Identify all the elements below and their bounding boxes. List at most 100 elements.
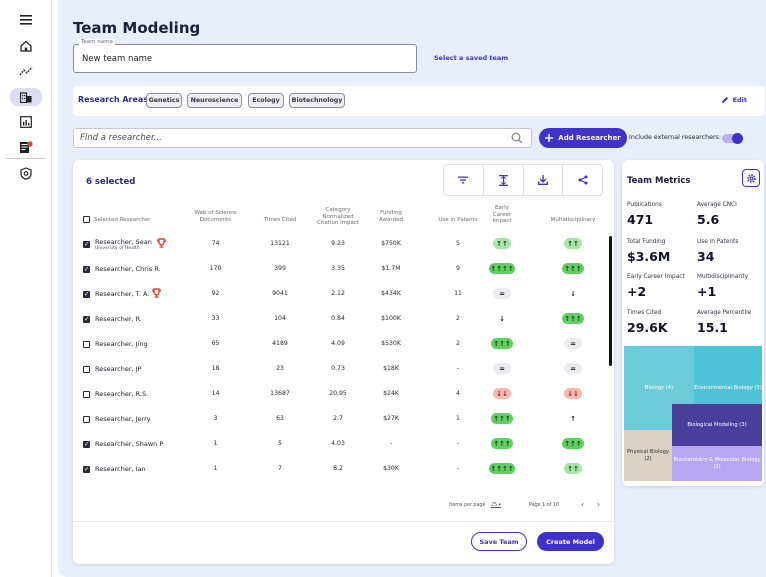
cell-cited: 13687 — [270, 390, 290, 397]
cell-wos: 14 — [211, 390, 220, 397]
researcher-name[interactable]: Researcher, Jing — [95, 340, 148, 348]
header-wos[interactable]: Web of Science Documents — [188, 210, 243, 223]
header-funding[interactable]: Funding Awarded — [371, 210, 411, 223]
page-indicator: Page 1 of 10 — [529, 503, 559, 508]
table-toolbar — [443, 164, 603, 196]
cell-funding: $30K — [383, 465, 399, 472]
metric-label-publications: Publications — [627, 202, 662, 208]
header-patents[interactable]: Use in Patents — [433, 217, 483, 224]
header-early[interactable]: Early Career Impact — [489, 205, 515, 225]
researcher-search-input[interactable]: Find a researcher... — [73, 128, 532, 148]
building-icon[interactable] — [10, 88, 42, 106]
row-checkbox[interactable] — [83, 290, 90, 298]
treemap-cell-modeling[interactable]: Biological Modeling (3) — [672, 404, 762, 446]
researcher-name[interactable]: Researcher, Ian — [95, 465, 146, 473]
researcher-name[interactable]: Researcher, R. — [95, 315, 142, 323]
early-career-indicator: ↑↑ — [493, 238, 511, 249]
add-researcher-button[interactable]: Add Researcher — [539, 128, 627, 148]
filter-icon — [458, 176, 469, 184]
cell-patents: 4 — [456, 390, 460, 397]
cell-patents: 9 — [456, 265, 460, 272]
next-page-icon[interactable]: › — [597, 500, 600, 509]
early-career-indicator: ↑↑↑ — [491, 413, 513, 424]
row-checkbox[interactable] — [83, 315, 90, 323]
researcher-name[interactable]: Researcher, R.S. — [95, 390, 148, 398]
header-multi[interactable]: Multidisciplinary — [542, 217, 604, 224]
team-name-value[interactable]: New team name — [82, 54, 152, 64]
early-career-indicator: ↑↑↑↑ — [489, 463, 515, 474]
area-chip-ecology[interactable]: Ecology — [248, 93, 284, 108]
select-saved-team-link[interactable]: Select a saved team — [434, 54, 508, 62]
home-icon[interactable] — [14, 37, 38, 55]
researcher-name[interactable]: Researcher, Shawn P — [95, 440, 163, 448]
badge-icon[interactable] — [14, 164, 38, 182]
multidisciplinary-indicator: = — [564, 363, 582, 374]
menu-icon[interactable] — [14, 11, 38, 29]
rail-divider — [6, 158, 46, 159]
per-page-value: 25 — [491, 503, 498, 508]
row-checkbox[interactable] — [83, 416, 90, 423]
row-checkbox[interactable] — [83, 366, 90, 373]
header-name[interactable]: Selected Researcher — [94, 217, 150, 224]
table-scrollbar[interactable] — [609, 236, 612, 366]
cell-cnci: 2.12 — [331, 290, 345, 297]
select-all-checkbox[interactable] — [83, 216, 90, 223]
cell-patents: 1 — [456, 415, 460, 422]
metrics-settings-button[interactable] — [742, 169, 760, 187]
row-checkbox[interactable] — [83, 465, 90, 473]
researcher-name[interactable]: Researcher, Chris R. — [95, 265, 161, 273]
row-checkbox[interactable] — [83, 440, 90, 448]
page-title: Team Modeling — [73, 19, 201, 37]
metric-label-early: Early Career Impact — [627, 274, 685, 280]
area-chip-neuroscience[interactable]: Neuroscience — [187, 93, 242, 108]
download-button[interactable] — [524, 165, 564, 195]
cell-funding: $530K — [381, 340, 401, 347]
row-checkbox[interactable] — [83, 265, 90, 273]
save-team-button[interactable]: Save Team — [471, 532, 527, 551]
cell-cited: 104 — [274, 315, 286, 322]
pencil-icon — [721, 97, 728, 103]
researcher-name[interactable]: Researcher, JP — [95, 365, 141, 373]
cell-cited: 399 — [274, 265, 286, 272]
trend-icon[interactable] — [14, 62, 38, 80]
add-researcher-label: Add Researcher — [558, 134, 621, 142]
area-chip-biotechnology[interactable]: Biotechnology — [289, 93, 345, 108]
document-icon[interactable] — [14, 138, 38, 156]
area-chip-genetics[interactable]: Genetics — [146, 93, 182, 108]
team-name-field[interactable]: Team name New team name — [73, 39, 417, 73]
share-button[interactable] — [563, 165, 602, 195]
metrics-title: Team Metrics — [627, 176, 691, 186]
search-icon[interactable] — [511, 132, 523, 144]
cell-patents: - — [456, 440, 460, 447]
researcher-name[interactable]: Researcher, Jerry — [95, 415, 151, 423]
row-checkbox[interactable] — [83, 391, 90, 398]
align-button[interactable] — [484, 165, 524, 195]
metric-value-cited: 29.6K — [627, 320, 668, 335]
cell-wos: 1 — [213, 440, 218, 447]
cell-funding: $27K — [383, 415, 399, 422]
align-icon — [498, 174, 508, 186]
edit-areas-button[interactable]: Edit — [721, 96, 747, 104]
items-per-page-select[interactable]: 25 ▾ — [491, 503, 501, 508]
multidisciplinary-indicator: ↓↓ — [564, 388, 582, 399]
prev-page-icon[interactable]: ‹ — [581, 500, 584, 509]
row-checkbox[interactable] — [83, 240, 90, 248]
early-career-indicator: ↓↓ — [493, 388, 511, 399]
researcher-name[interactable]: Researcher, Sean — [95, 238, 152, 246]
create-model-button[interactable]: Create Model — [537, 532, 604, 551]
treemap-cell-biochem[interactable]: Biochemistry & Molecular Biology (2) — [672, 446, 762, 481]
row-checkbox[interactable] — [83, 341, 90, 348]
header-cnci[interactable]: Category Normalized Citation Impact — [311, 207, 365, 227]
search-placeholder: Find a researcher... — [80, 133, 162, 143]
include-external-toggle[interactable] — [722, 133, 743, 144]
team-name-legend: Team name — [79, 39, 115, 45]
filter-button[interactable] — [444, 165, 484, 195]
treemap-cell-physical[interactable]: Physical Biology (2) — [624, 430, 672, 481]
share-icon — [578, 175, 588, 185]
items-per-page-label: Items per page — [449, 503, 486, 508]
cell-cnci: 0.84 — [331, 315, 345, 322]
plus-icon — [545, 134, 554, 142]
chart-icon[interactable] — [14, 113, 38, 131]
researcher-name[interactable]: Researcher, T. A. — [95, 290, 149, 298]
header-cited[interactable]: Times Cited — [255, 217, 305, 224]
